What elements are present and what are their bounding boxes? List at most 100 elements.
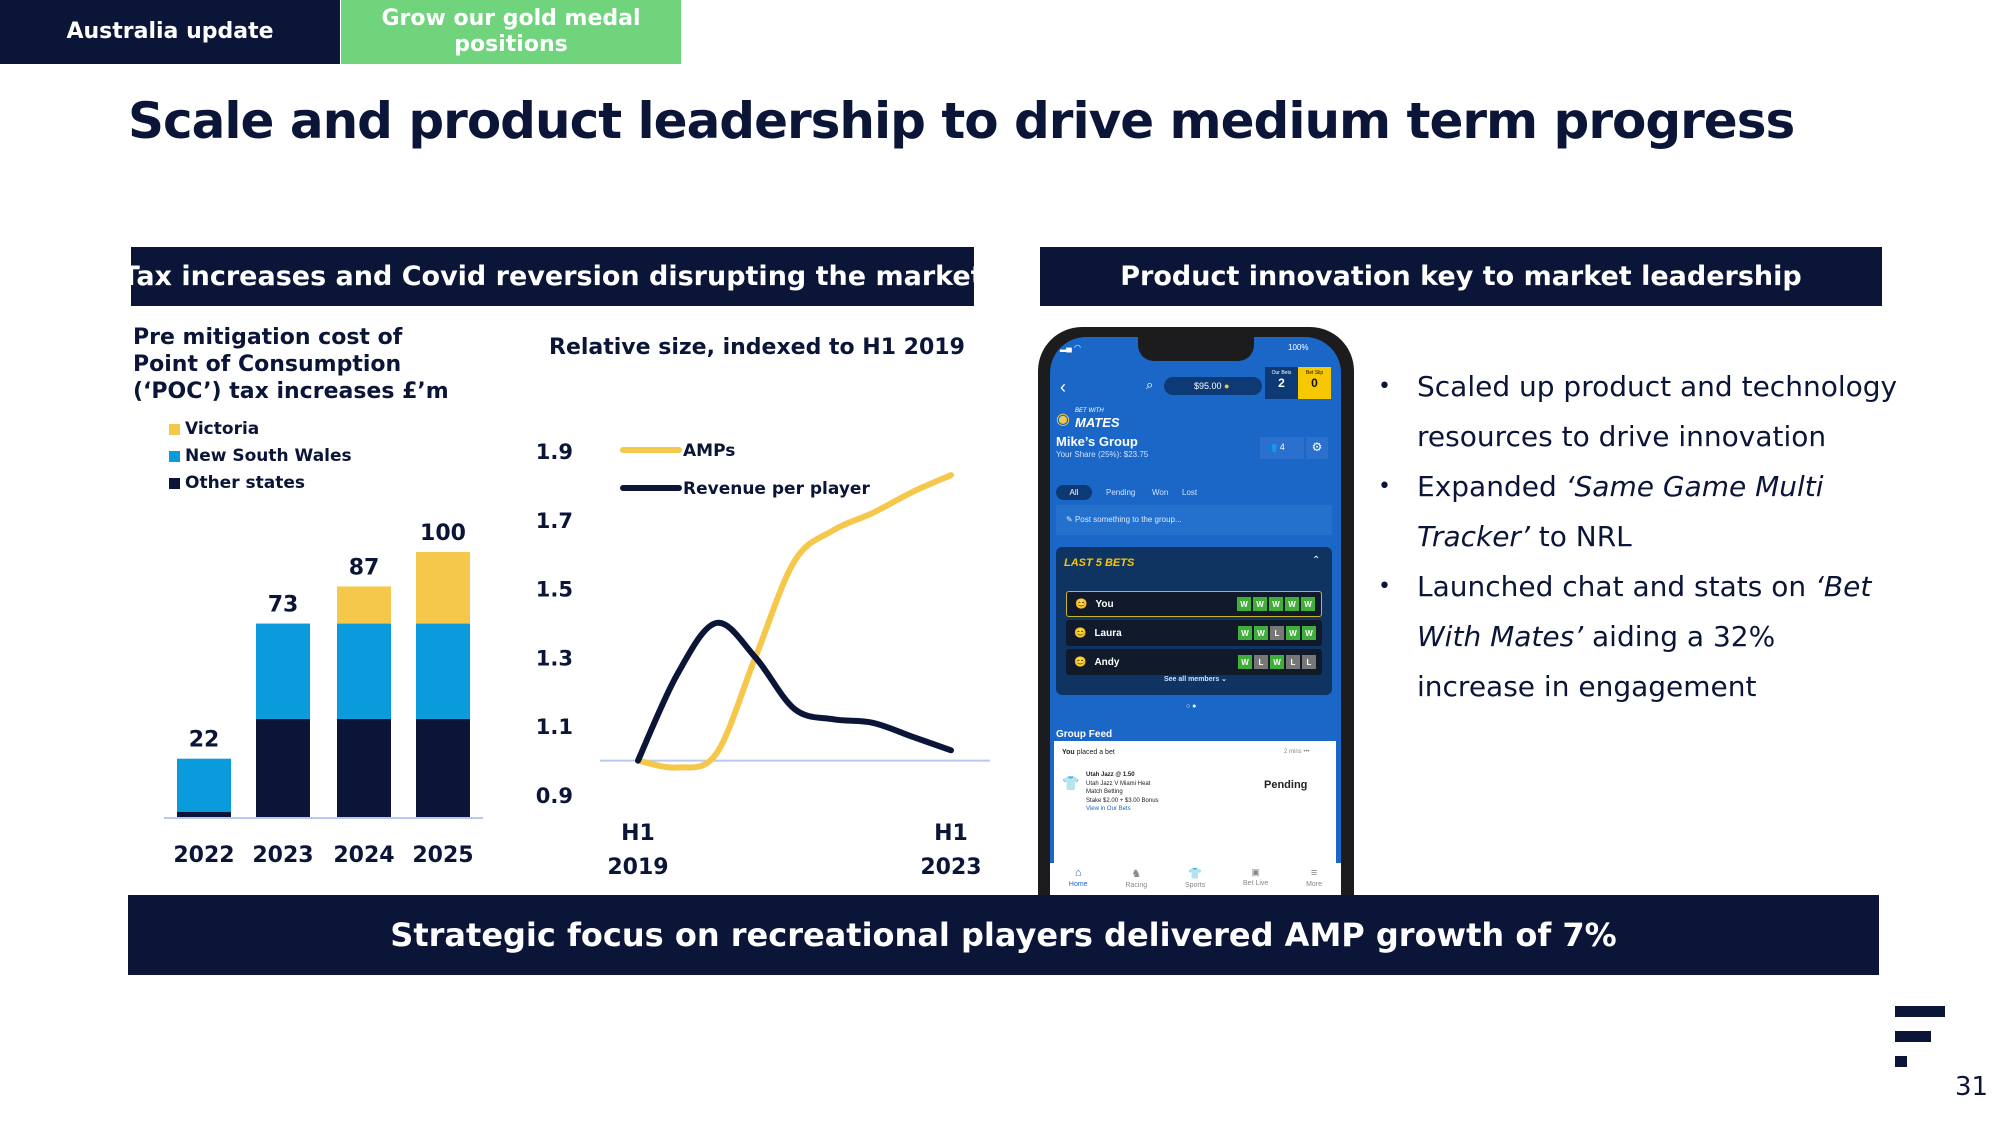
tab-won[interactable]: Won — [1152, 488, 1168, 497]
result-badge: W — [1253, 597, 1267, 611]
tab-lost[interactable]: Lost — [1182, 488, 1197, 497]
group-feed-title: Group Feed — [1056, 729, 1113, 740]
bar-total-label: 22 — [189, 728, 220, 753]
x-tick-label: 2019 — [607, 855, 668, 880]
result-badge: W — [1270, 655, 1284, 669]
bet-with-mates-logo-icon: ◉ — [1056, 411, 1070, 428]
member-row[interactable]: 😊 Laura W W L W W — [1066, 620, 1322, 646]
x-tick-label: H1 — [934, 821, 968, 846]
logo-text: MATES — [1075, 415, 1120, 430]
tab-all[interactable]: All — [1056, 485, 1092, 500]
app-screen: ▂▄ ◠ 100% ‹ ⌕ $95.00 ● Our Bets 2 Bet Sli… — [1050, 337, 1341, 895]
result-badge: W — [1285, 597, 1299, 611]
balance-pill[interactable]: $95.00 ● — [1164, 377, 1262, 395]
member-row[interactable]: 😊 Andy W L W L L — [1066, 649, 1322, 675]
avatar: 😊 — [1074, 656, 1087, 668]
member-name: You — [1095, 598, 1114, 610]
bet-status: Pending — [1264, 779, 1308, 791]
y-tick-label: 1.3 — [536, 646, 573, 670]
jersey-icon: 👕 — [1062, 775, 1080, 791]
y-tick-label: 1.5 — [536, 578, 573, 602]
bar-total-label: 100 — [420, 521, 466, 546]
bar-segment — [337, 586, 391, 624]
feed-card[interactable]: You placed a bet 2 mins ••• 👕 Utah Jazz … — [1054, 741, 1336, 871]
results: WLWLL — [1238, 655, 1316, 669]
company-logo-icon — [1895, 1006, 1945, 1067]
y-tick-label: 1.9 — [536, 440, 573, 464]
tab-pending[interactable]: Pending — [1106, 488, 1135, 497]
result-badge: W — [1238, 655, 1252, 669]
phone-mockup: ▂▄ ◠ 100% ‹ ⌕ $95.00 ● Our Bets 2 Bet Sli… — [1038, 327, 1354, 895]
view-bets-link[interactable]: View in Our Bets — [1086, 806, 1131, 812]
x-tick-label: 2023 — [252, 843, 313, 868]
nav-home[interactable]: ⌂ Home — [1069, 863, 1088, 895]
page-number: 31 — [1955, 1072, 1989, 1102]
bullet-item: Launched chat and stats on ‘Bet With Mat… — [1378, 562, 1898, 712]
bar-segment — [416, 718, 470, 817]
y-tick-label: 0.9 — [536, 784, 573, 808]
result-badge: L — [1254, 655, 1268, 669]
bullet-item: Scaled up product and technology resourc… — [1378, 362, 1898, 462]
bullet-list: Scaled up product and technology resourc… — [1378, 362, 1898, 712]
bar-segment — [416, 623, 470, 719]
our-bets-button[interactable]: Our Bets 2 — [1265, 367, 1298, 399]
result-badge: W — [1237, 597, 1251, 611]
result-badge: W — [1254, 626, 1268, 640]
search-icon[interactable]: ⌕ — [1146, 377, 1153, 393]
bottom-nav: ⌂ Home ♞ Racing 👕 Sports ▣ Bet Live ≡ More — [1050, 863, 1341, 895]
nav-racing[interactable]: ♞ Racing — [1125, 863, 1147, 895]
bar-total-label: 73 — [268, 593, 299, 618]
nav-bet-live[interactable]: ▣ Bet Live — [1243, 863, 1268, 895]
result-badge: W — [1238, 626, 1252, 640]
members-button[interactable]: 👥 4 — [1260, 437, 1304, 459]
result-badge: W — [1286, 626, 1300, 640]
member-row[interactable]: 😊 You W W W W W — [1066, 591, 1322, 617]
carousel-dots[interactable]: ○ ● — [1186, 703, 1196, 710]
avatar: 😊 — [1074, 627, 1087, 639]
group-share: Your Share (25%): $23.75 — [1056, 450, 1149, 459]
settings-gear-icon[interactable]: ⚙ — [1306, 437, 1328, 459]
nav-more[interactable]: ≡ More — [1306, 863, 1322, 895]
bar-segment — [177, 758, 231, 812]
results: WWWWW — [1237, 597, 1315, 611]
x-tick-label: 2022 — [173, 843, 234, 868]
x-tick-label: 2024 — [333, 843, 394, 868]
x-tick-label: 2023 — [920, 855, 981, 880]
bullet-item: Expanded ‘Same Game Multi Tracker’ to NR… — [1378, 462, 1898, 562]
y-tick-label: 1.7 — [536, 509, 573, 533]
nav-sports[interactable]: 👕 Sports — [1185, 863, 1205, 895]
summary-banner: Strategic focus on recreational players … — [128, 895, 1879, 975]
avatar: 😊 — [1075, 598, 1088, 610]
member-name: Laura — [1094, 627, 1122, 639]
bar-segment — [337, 623, 391, 719]
back-icon[interactable]: ‹ — [1060, 377, 1066, 398]
phone-notch — [1138, 337, 1254, 361]
legend-label: AMPs — [683, 441, 735, 461]
collapse-chevron-icon[interactable]: ⌃ — [1312, 555, 1320, 566]
line-series-amps — [635, 472, 954, 771]
result-badge: L — [1270, 626, 1284, 640]
bar-total-label: 87 — [349, 555, 380, 580]
result-badge: W — [1301, 597, 1315, 611]
group-name: Mike’s Group — [1056, 434, 1138, 449]
bar-segment — [337, 718, 391, 817]
logo-text-top: BET WITH — [1075, 408, 1104, 414]
results: WWLWW — [1238, 626, 1316, 640]
line-series-revenue-per-player — [635, 619, 954, 764]
bar-segment — [416, 552, 470, 624]
post-input[interactable]: ✎ Post something to the group... — [1056, 505, 1332, 535]
last-5-bets-title: LAST 5 BETS — [1064, 557, 1135, 569]
signal-wifi-icon: ▂▄ ◠ — [1060, 343, 1082, 352]
legend-label: Revenue per player — [683, 479, 870, 499]
bar-segment — [256, 718, 310, 817]
bet-slip-button[interactable]: Bet Slip 0 — [1298, 367, 1331, 399]
result-badge: L — [1286, 655, 1300, 669]
y-tick-label: 1.1 — [536, 715, 573, 739]
bar-segment — [256, 623, 310, 719]
member-name: Andy — [1094, 656, 1120, 668]
result-badge: W — [1302, 626, 1316, 640]
result-badge: W — [1269, 597, 1283, 611]
see-all-members-link[interactable]: See all members ⌄ — [1050, 675, 1341, 683]
feed-time: 2 mins ••• — [1284, 749, 1310, 755]
result-badge: L — [1302, 655, 1316, 669]
